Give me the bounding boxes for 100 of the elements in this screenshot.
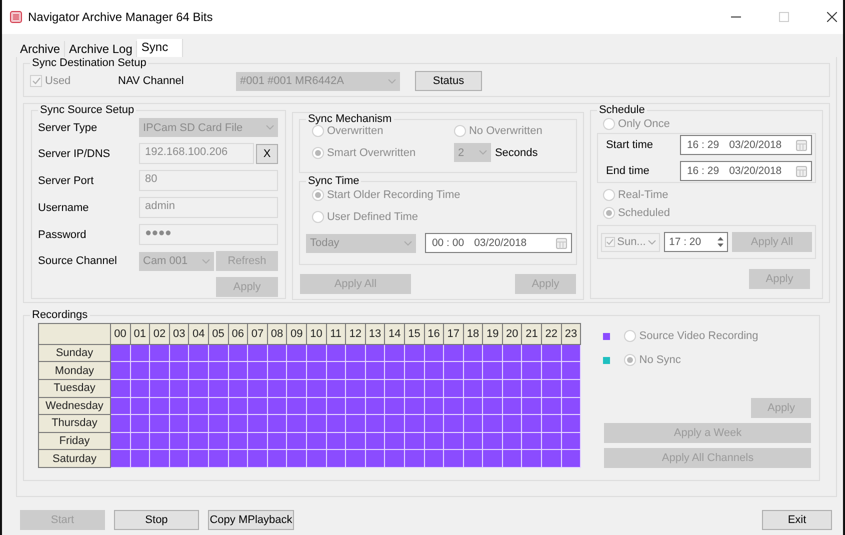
dropdown-value: Today	[310, 237, 340, 249]
hour-header: 07	[248, 324, 268, 344]
day-label: Saturday	[38, 450, 110, 468]
time-value: 16 : 29	[686, 165, 720, 177]
field-label: Server Type	[38, 122, 98, 134]
hour-header: 05	[208, 324, 228, 344]
dropdown[interactable]: 2	[454, 143, 491, 162]
footer-button[interactable]: Copy MPlayback	[208, 510, 294, 530]
hour-header: 17	[444, 324, 464, 344]
header-cell	[38, 324, 110, 344]
chevron-icon	[266, 125, 274, 130]
radio-option[interactable]: User Defined Time	[312, 211, 570, 223]
input-field[interactable]: 80	[139, 170, 278, 191]
hour-header: 00	[110, 324, 130, 344]
hour-header: 04	[188, 324, 208, 344]
field-label: Password	[38, 228, 88, 240]
dropdown-value: #001 #001 MR6442A	[240, 75, 344, 87]
time-value: 16 : 29	[686, 139, 720, 151]
datetime-field[interactable]: 16 : 29 03/20/2018	[680, 135, 812, 155]
hour-header: 11	[326, 324, 346, 344]
field-label: Server IP/DNS	[38, 148, 112, 160]
hour-header: 20	[502, 324, 522, 344]
group-title: Recordings	[31, 309, 89, 321]
input-field[interactable]: admin	[139, 197, 278, 218]
group-title: Sync Source Setup	[39, 104, 136, 116]
day-label: Tuesday	[38, 379, 110, 398]
date-value: 03/20/2018	[729, 165, 782, 177]
chevron-icon	[478, 150, 487, 155]
hour-header: 22	[542, 324, 562, 344]
time-spinner[interactable]: 17 : 20	[664, 232, 728, 252]
calendar-icon[interactable]	[796, 166, 807, 176]
radio-option[interactable]: Scheduled	[602, 207, 816, 219]
dropdown-value: IPCam SD Card File	[143, 122, 243, 134]
hour-header: 21	[522, 324, 542, 344]
footer-button[interactable]: Stop	[114, 510, 199, 530]
radio-option[interactable]: Overwritten	[312, 125, 454, 137]
spinner-icon[interactable]	[716, 236, 724, 248]
day-label: Sunday	[38, 344, 110, 362]
date-value: 03/20/2018	[729, 139, 782, 151]
input-field[interactable]: ●●●●	[139, 224, 278, 245]
exit-button[interactable]: Exit	[762, 510, 832, 530]
hour-header: 08	[267, 324, 287, 344]
datetime-field[interactable]: 16 : 29 03/20/2018	[680, 161, 812, 181]
field-label: NAV Channel	[118, 75, 185, 87]
dropdown-value: Cam 001	[143, 255, 188, 267]
checkmark-icon	[606, 238, 614, 246]
field-label: End time	[606, 165, 650, 177]
day-label: Monday	[38, 362, 110, 380]
input-field[interactable]: 192.168.100.206	[139, 143, 254, 164]
time-value: 17 : 20	[668, 236, 702, 248]
dropdown[interactable]: IPCam SD Card File	[139, 118, 278, 137]
chevron-icon	[202, 258, 210, 264]
clear-button[interactable]: X	[256, 144, 278, 164]
hour-header: 14	[384, 324, 404, 344]
radio-option[interactable]: Start Older Recording Time	[312, 189, 570, 201]
field-label: Source Channel	[38, 255, 118, 267]
dropdown-value: 2	[458, 146, 464, 158]
datetime-field[interactable]: 00 : 00 03/20/2018	[424, 233, 572, 253]
checkbox-indicator[interactable]	[604, 237, 615, 247]
chevron-icon	[388, 78, 396, 84]
hour-header: 23	[561, 324, 581, 344]
group-title: Sync Destination Setup	[31, 57, 148, 69]
dropdown-value: Sun...	[617, 236, 646, 248]
chevron-icon	[648, 240, 656, 244]
group-title: Sync Time	[306, 175, 360, 187]
group-title: Sync Mechanism	[306, 113, 393, 125]
date-value: 03/20/2018	[474, 237, 527, 249]
day-label: Friday	[38, 432, 110, 450]
hour-header: 18	[463, 324, 483, 344]
hour-header: 12	[346, 324, 366, 344]
dropdown[interactable]: Cam 001	[139, 252, 214, 270]
app-icon	[10, 11, 22, 23]
hour-header: 06	[228, 324, 248, 344]
dropdown[interactable]: Today	[306, 234, 416, 252]
radio-option[interactable]: Real-Time	[602, 189, 816, 201]
close-icon[interactable]	[827, 12, 837, 22]
chevron-icon	[404, 240, 412, 246]
hour-header: 10	[306, 324, 326, 344]
field-label: Username	[38, 202, 90, 214]
checkbox[interactable]: Used	[30, 75, 118, 87]
hour-header: 15	[404, 324, 424, 344]
hour-header: 01	[130, 324, 150, 344]
radio-option[interactable]: Source Video Recording	[624, 330, 758, 342]
status-button[interactable]: Status	[415, 71, 482, 91]
window-title: Navigator Archive Manager 64 Bits	[28, 10, 214, 24]
hour-header: 19	[482, 324, 502, 344]
radio-option[interactable]: No Sync	[624, 354, 681, 366]
hour-header: 03	[169, 324, 189, 344]
calendar-icon[interactable]	[556, 238, 567, 248]
calendar-icon[interactable]	[796, 140, 807, 150]
hour-header: 09	[286, 324, 306, 344]
radio-option[interactable]: Only Once	[602, 118, 816, 130]
radio-option[interactable]: Smart Overwritten	[312, 143, 454, 162]
tab[interactable]: Sync	[137, 39, 184, 57]
hour-header: 13	[365, 324, 385, 344]
time-value: 00 : 00	[432, 237, 464, 249]
dropdown[interactable]: #001 #001 MR6442A	[236, 72, 400, 90]
radio-option[interactable]: No Overwritten	[454, 125, 584, 137]
day-dropdown[interactable]: Sun...	[600, 232, 660, 252]
field-label: Start time	[606, 139, 654, 151]
